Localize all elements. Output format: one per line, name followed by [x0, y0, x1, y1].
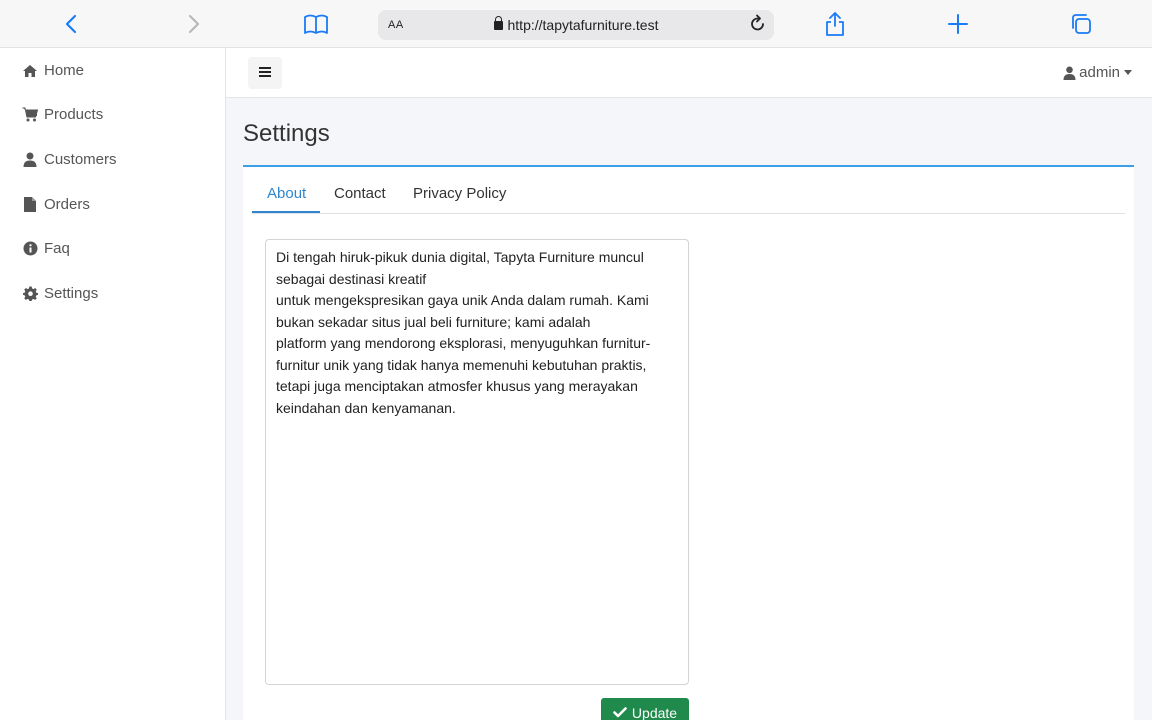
gear-icon [22, 286, 38, 302]
address-bar[interactable]: AA http://tapytafurniture.test [378, 10, 774, 40]
url-text: http://tapytafurniture.test [507, 17, 659, 33]
top-navbar: admin [226, 48, 1152, 98]
cart-icon [22, 107, 38, 123]
file-icon [22, 197, 38, 213]
sidebar-item-products[interactable]: Products [22, 106, 103, 123]
menu-toggle-button[interactable] [248, 57, 282, 89]
sidebar-item-label: Settings [44, 285, 99, 302]
sidebar-item-label: Faq [44, 240, 70, 257]
user-icon [1063, 66, 1076, 80]
browser-toolbar: AA http://tapytafurniture.test [0, 0, 1152, 48]
hamburger-icon [259, 64, 271, 82]
sidebar-item-label: Products [44, 106, 104, 123]
sidebar: Home Products Customers Orders Faq Setti… [0, 48, 226, 720]
back-icon[interactable] [57, 10, 85, 38]
check-icon [613, 705, 627, 720]
about-textarea[interactable]: Di tengah hiruk-pikuk dunia digital, Tap… [265, 239, 689, 685]
tab-about[interactable]: About [267, 185, 306, 202]
lock-icon [493, 16, 503, 30]
new-tab-icon[interactable] [944, 10, 972, 38]
home-icon [22, 63, 38, 79]
settings-card: About Contact Privacy Policy Di tengah h… [243, 165, 1134, 720]
sidebar-item-label: Customers [44, 151, 117, 168]
sidebar-item-label: Home [44, 62, 85, 79]
sidebar-item-home[interactable]: Home [22, 62, 84, 79]
user-name: admin [1079, 64, 1120, 81]
share-icon[interactable] [821, 10, 849, 38]
page-title: Settings [243, 120, 330, 147]
user-menu[interactable]: admin [1063, 64, 1132, 81]
main-content: admin Settings About Contact Privacy Pol… [226, 48, 1152, 720]
sidebar-item-faq[interactable]: Faq [22, 240, 70, 257]
tab-privacy-policy[interactable]: Privacy Policy [413, 185, 506, 202]
reload-icon[interactable] [748, 14, 768, 39]
user-icon [22, 152, 38, 168]
info-icon [22, 241, 38, 257]
tab-contact[interactable]: Contact [334, 185, 386, 202]
settings-tabs: About Contact Privacy Policy [252, 167, 1125, 214]
bookmarks-icon[interactable] [302, 10, 330, 38]
tabs-overview-icon[interactable] [1067, 10, 1095, 38]
sidebar-item-customers[interactable]: Customers [22, 151, 117, 168]
forward-icon[interactable] [180, 10, 208, 38]
sidebar-item-settings[interactable]: Settings [22, 285, 98, 302]
active-tab-indicator [252, 211, 320, 213]
sidebar-item-orders[interactable]: Orders [22, 196, 90, 213]
caret-down-icon [1124, 70, 1132, 75]
sidebar-item-label: Orders [44, 196, 90, 213]
update-button[interactable]: Update [601, 698, 689, 720]
update-label: Update [631, 705, 678, 720]
